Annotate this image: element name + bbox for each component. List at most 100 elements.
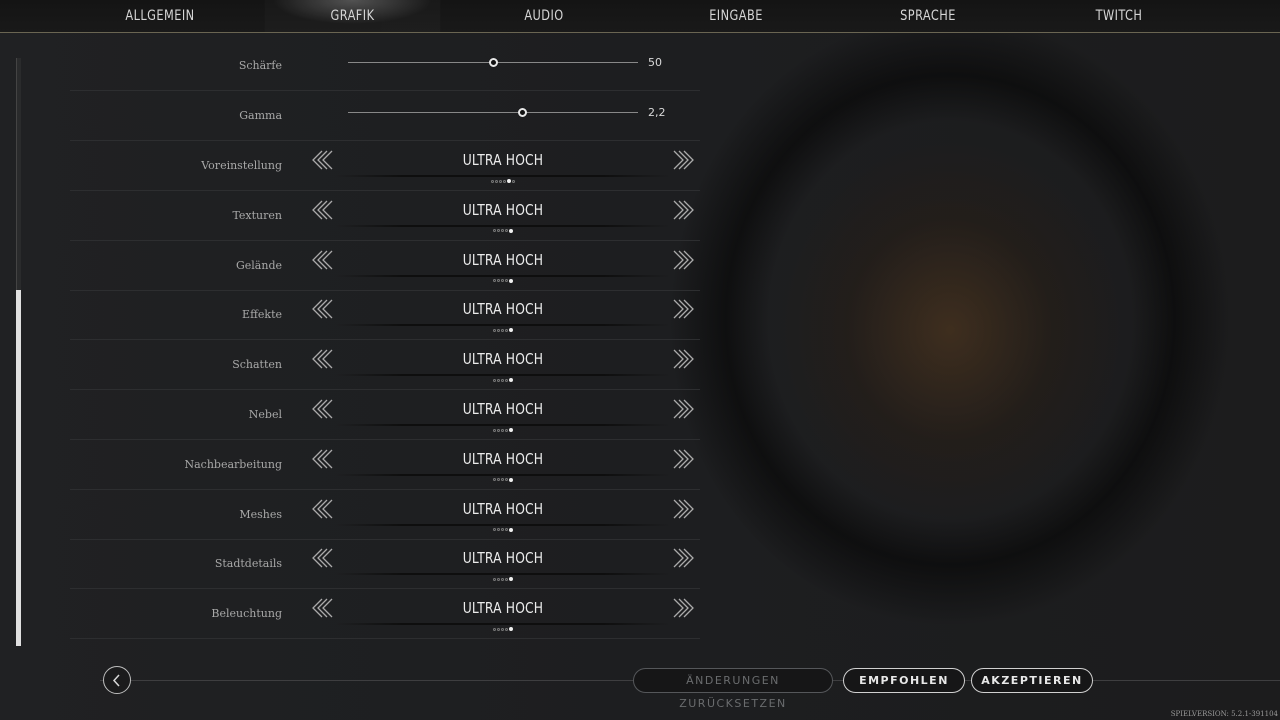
level-dot (505, 528, 508, 532)
level-indicator (70, 228, 936, 233)
option-value: ULTRA HOCH (462, 599, 544, 618)
previous-option-button[interactable] (310, 298, 336, 320)
previous-option-button[interactable] (310, 249, 336, 271)
scrollbar-thumb[interactable] (16, 290, 21, 646)
double-chevron-left-icon (310, 348, 336, 370)
tab-twitch[interactable]: TWITCH (1038, 0, 1200, 32)
option-value: ULTRA HOCH (462, 449, 544, 468)
double-chevron-right-icon (670, 597, 696, 619)
next-option-button[interactable] (670, 448, 696, 470)
setting-label: Stadtdetails (214, 557, 282, 571)
option-underline (336, 473, 670, 476)
option-underline (336, 224, 670, 227)
double-chevron-right-icon (670, 249, 696, 271)
option-value: ULTRA HOCH (462, 350, 544, 369)
tab-eingabe[interactable]: EINGABE (655, 0, 817, 32)
level-dot (507, 179, 511, 183)
option-underline (336, 274, 670, 277)
back-button[interactable] (103, 666, 131, 694)
next-option-button[interactable] (670, 547, 696, 569)
level-dot (493, 279, 496, 283)
level-dot (505, 478, 508, 482)
tab-audio[interactable]: AUDIO (463, 0, 625, 32)
option-underline (336, 374, 670, 377)
setting-label: Gamma (239, 109, 282, 122)
double-chevron-right-icon (670, 199, 696, 221)
level-dot (501, 279, 504, 283)
level-dot (497, 328, 500, 332)
next-option-button[interactable] (670, 298, 696, 320)
next-option-button[interactable] (670, 348, 696, 370)
previous-option-button[interactable] (310, 547, 336, 569)
level-dot (501, 229, 504, 233)
level-dot (505, 279, 508, 283)
level-dot (505, 627, 508, 631)
next-option-button[interactable] (670, 249, 696, 271)
option-value: ULTRA HOCH (462, 400, 544, 418)
previous-option-button[interactable] (310, 199, 336, 221)
gamma-slider-track[interactable] (348, 112, 638, 113)
next-option-button[interactable] (670, 498, 696, 520)
slider-value: 50 (648, 56, 662, 69)
level-indicator (70, 428, 936, 432)
level-dot (509, 328, 513, 333)
previous-option-button[interactable] (310, 597, 336, 619)
level-dot (493, 428, 496, 432)
level-dot (497, 528, 500, 532)
level-dot (493, 627, 496, 631)
previous-option-button[interactable] (310, 398, 336, 420)
level-dot (501, 378, 504, 382)
setting-row-schaerfe: Schärfe 50 (70, 41, 700, 91)
level-dot (501, 428, 504, 432)
setting-row: Voreinstellung ULTRA HOCH (70, 141, 700, 191)
accept-button[interactable]: AKZEPTIEREN (971, 668, 1093, 693)
next-option-button[interactable] (670, 597, 696, 619)
setting-label: Schatten (232, 358, 282, 372)
level-dot (497, 378, 500, 382)
setting-row: Gelände ULTRA HOCH (70, 241, 700, 291)
level-dot (501, 577, 504, 581)
setting-row: Schatten ULTRA HOCH (70, 340, 700, 391)
double-chevron-right-icon (670, 298, 696, 320)
previous-option-button[interactable] (310, 498, 336, 520)
double-chevron-left-icon (310, 199, 336, 221)
level-dot (501, 328, 504, 332)
level-dot (499, 179, 502, 183)
level-indicator (70, 627, 936, 632)
next-option-button[interactable] (670, 398, 696, 420)
level-dot (505, 577, 508, 581)
previous-option-button[interactable] (310, 149, 336, 171)
level-indicator (70, 477, 936, 482)
setting-label: Texturen (232, 208, 282, 222)
setting-row: Effekte ULTRA HOCH (70, 290, 700, 341)
level-dot (497, 428, 500, 432)
schaerfe-slider-knob[interactable] (488, 58, 498, 67)
level-indicator (70, 179, 936, 183)
level-dot (505, 328, 508, 332)
previous-option-button[interactable] (310, 348, 336, 370)
option-value: ULTRA HOCH (462, 549, 544, 568)
double-chevron-left-icon (310, 398, 336, 420)
level-dot (509, 627, 513, 632)
previous-option-button[interactable] (310, 448, 336, 470)
option-value: ULTRA HOCH (462, 250, 544, 269)
level-dot (501, 528, 504, 532)
double-chevron-left-icon (310, 448, 336, 470)
next-option-button[interactable] (670, 199, 696, 221)
next-option-button[interactable] (670, 149, 696, 171)
level-dot (512, 179, 515, 183)
level-dot (491, 179, 494, 183)
level-indicator (70, 577, 936, 582)
double-chevron-left-icon (310, 298, 336, 320)
level-dot (493, 478, 496, 482)
setting-row-gamma: Gamma 2,2 (70, 91, 700, 141)
recommended-button[interactable]: EMPFOHLEN (843, 668, 965, 693)
tab-allgemein[interactable]: ALLGEMEIN (79, 0, 241, 32)
level-dot (493, 528, 496, 532)
tab-grafik[interactable]: GRAFIK (264, 0, 441, 32)
reset-changes-button[interactable]: ÄNDERUNGEN ZURÜCKSETZEN (633, 668, 833, 710)
setting-label: Effekte (242, 308, 282, 322)
level-dot (509, 378, 513, 383)
tab-sprache[interactable]: SPRACHE (847, 0, 1009, 32)
gamma-slider-knob[interactable] (517, 108, 527, 117)
